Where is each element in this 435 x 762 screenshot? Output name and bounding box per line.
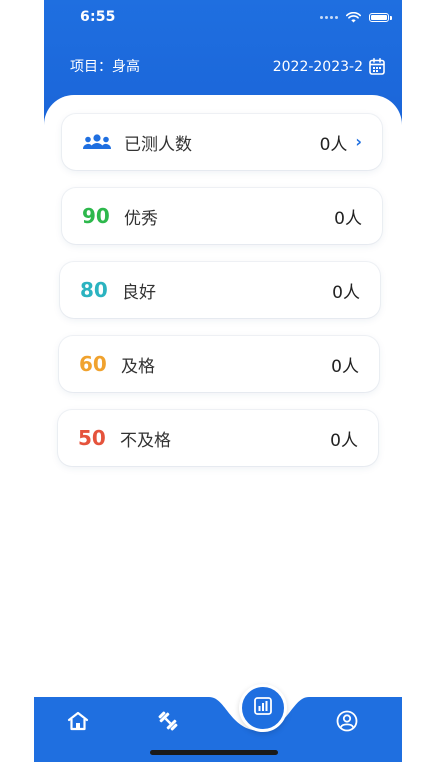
tested-count-card[interactable]: 已测人数 0人 › [62, 114, 382, 170]
battery-icon [369, 13, 392, 22]
term-text: 2022-2023-2 [272, 58, 363, 75]
tab-exercise[interactable] [154, 709, 182, 737]
signal-icon [320, 16, 338, 19]
grade-card-excellent: 90 优秀 0人 [62, 188, 382, 244]
grade-count: 0人 [334, 208, 362, 229]
wifi-icon [346, 12, 361, 23]
grade-score: 90 [82, 204, 110, 228]
grade-card-pass: 60 及格 0人 [59, 336, 379, 392]
tested-count-value: 0人 [319, 134, 348, 155]
status-time: 6:55 [80, 9, 116, 25]
grade-card-good: 80 良好 0人 [60, 262, 380, 318]
grade-label: 不及格 [120, 430, 171, 451]
home-icon [67, 711, 89, 735]
tested-count-label: 已测人数 [124, 134, 192, 155]
grade-score: 60 [79, 352, 107, 376]
project-label: 项目：身高 [70, 59, 140, 75]
grade-score: 50 [78, 426, 106, 450]
status-icons [320, 12, 392, 23]
home-indicator [150, 750, 278, 755]
dumbbell-icon [156, 709, 180, 737]
grade-count: 0人 [332, 282, 360, 303]
grade-label: 优秀 [124, 208, 158, 229]
grade-label: 及格 [121, 356, 155, 377]
term-selector[interactable]: 2022-2023-2 [273, 58, 385, 75]
grade-count: 0人 [330, 430, 358, 451]
tab-statistics[interactable] [239, 684, 287, 732]
people-icon [82, 133, 112, 151]
screen: 6:55 项目：身高 2022-2023-2 已测人数 0人 › 90 优秀 0… [0, 0, 435, 762]
tab-home[interactable] [64, 709, 92, 737]
grade-card-fail: 50 不及格 0人 [58, 410, 378, 466]
user-icon [336, 710, 358, 736]
grade-label: 良好 [122, 282, 156, 303]
grade-count: 0人 [331, 356, 359, 377]
tab-profile[interactable] [333, 709, 361, 737]
chevron-right-icon[interactable]: › [355, 134, 362, 150]
calendar-icon[interactable] [369, 58, 385, 75]
grade-score: 80 [80, 278, 108, 302]
chart-icon [253, 696, 273, 720]
